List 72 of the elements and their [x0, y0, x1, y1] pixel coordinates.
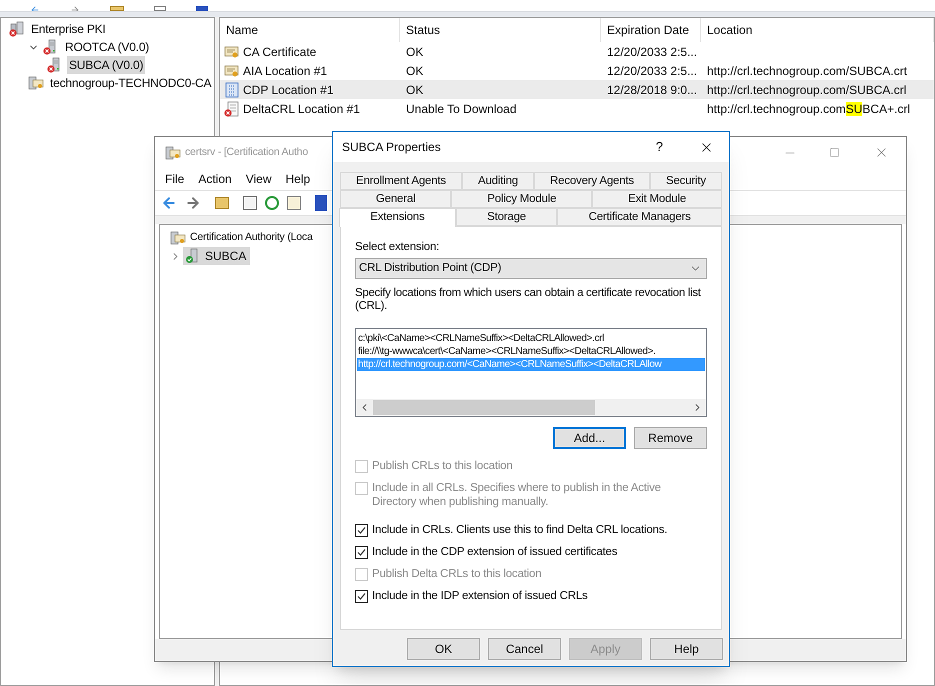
tree-item[interactable]: SUBCA	[183, 247, 250, 265]
extension-dropdown[interactable]: CRL Distribution Point (CDP)	[355, 258, 707, 280]
table-cell-text: OK	[405, 44, 424, 60]
tab[interactable]: Recovery Agents	[534, 172, 650, 190]
column-header[interactable]: Expiration Date	[601, 18, 701, 42]
table-cell-text: AIA Location #1	[243, 62, 328, 80]
checkbox-label: Include in the CDP extension of issued certificates	[372, 545, 618, 560]
checkbox-label: Publish Delta CRLs to this location	[372, 567, 542, 582]
tree-item[interactable]: ROOTCA (V0.0)	[63, 38, 152, 56]
table-cell-text: OK	[405, 62, 424, 80]
location-list[interactable]: c:\pki\<CaName><CRLNameSuffix><DeltaCRLAllowed>.crl file://\\tg-wwwca\cert\<CaName><CRLNameSuffix><DeltaCRLAllowed>. http://crl.technogroup.com/<CaName><CRLNameSuffix><DeltaCRLAllow	[355, 328, 707, 418]
checkbox[interactable]	[355, 524, 368, 538]
table-cell-text: 12/20/2033 2:5...	[606, 62, 698, 80]
column-header[interactable]: Location	[701, 18, 934, 42]
dialog-button[interactable]: Cancel	[488, 638, 561, 660]
tab[interactable]: Exit Module	[592, 190, 722, 208]
checkbox-label: Publish CRLs to this location	[372, 459, 513, 474]
tab[interactable]: General	[340, 190, 452, 208]
dialog-title: SUBCA Properties	[342, 139, 442, 156]
table-cell-text: 12/20/2033 2:5...	[606, 44, 698, 60]
tree-item[interactable]: Certification Authority (Loca	[190, 230, 313, 246]
dialog-button[interactable]: OK	[407, 638, 480, 660]
tab[interactable]: Policy Module	[451, 190, 592, 208]
maximize-icon[interactable]	[829, 147, 840, 158]
scrollbar-thumb[interactable]	[373, 400, 595, 416]
tab[interactable]: Enrollment Agents	[340, 172, 462, 190]
tab[interactable]: Security	[650, 172, 722, 190]
table-cell-text: DeltaCRL Location #1	[243, 100, 360, 118]
checkbox[interactable]	[355, 590, 368, 604]
table-row[interactable]: CA Certificate OK 12/20/2033 2:5...	[220, 42, 934, 61]
menu-item[interactable]: Help	[280, 170, 316, 188]
tab[interactable]: Extensions	[339, 208, 456, 227]
window-title: certsrv - [Certification Autho	[185, 144, 308, 160]
checkbox-label: Include in CRLs. Clients use this to find Delta CRL locations.	[372, 523, 668, 538]
checkbox-label: Include in the IDP extension of issued CRLs	[372, 589, 588, 604]
checkbox-label: Include in all CRLs. Specifies where to publish in the Active Directory when publishing manually.	[372, 481, 662, 510]
dialog-button[interactable]: Help	[650, 638, 723, 660]
table-row[interactable]: CDP Location #1 OK 12/28/2018 9:0... http://crl.technogroup.com/SUBCA.crl	[220, 80, 934, 99]
list-button[interactable]: Remove	[634, 427, 707, 450]
forward-icon[interactable]	[185, 195, 201, 211]
help-button[interactable]: ?	[656, 137, 663, 157]
list-button[interactable]: Add...	[553, 427, 626, 450]
tab[interactable]: Certificate Managers	[557, 208, 722, 226]
tree-item[interactable]: Enterprise PKI	[29, 20, 108, 38]
menu-item[interactable]: File	[159, 170, 190, 188]
list-item[interactable]: c:\pki\<CaName><CRLNameSuffix><DeltaCRLAllowed>.crl	[357, 332, 705, 346]
column-header[interactable]: Name	[220, 18, 400, 42]
table-row[interactable]: AIA Location #1 OK 12/20/2033 2:5... http://crl.technogroup.com/SUBCA.crt	[220, 61, 934, 80]
table-cell-text: http://crl.technogroup.com/SUBCA.crl	[706, 82, 908, 98]
tree-item[interactable]: technogroup-TECHNODC0-CA	[48, 74, 214, 92]
field-label: Select extension:	[355, 240, 440, 255]
table-cell-text: 12/28/2018 9:0...	[606, 82, 698, 98]
certificate-server-icon	[170, 230, 186, 246]
table-row[interactable]: DeltaCRL Location #1 Unable To Download http://crl.technogroup.comSUBCA+.crl	[220, 99, 934, 118]
table-cell-text: http://crl.technogroup.com/SUBCA.crt	[706, 62, 908, 80]
table-cell-text: OK	[405, 82, 424, 98]
menu-item[interactable]: Action	[192, 170, 238, 188]
table-cell-text: CA Certificate	[243, 44, 316, 60]
menu-item[interactable]: View	[240, 170, 278, 188]
description-text: Specify locations from which users can obtain a certificate revocation list (CRL).	[355, 287, 702, 314]
horizontal-scrollbar[interactable]	[356, 399, 706, 416]
table-cell-text: CDP Location #1	[243, 82, 334, 98]
certificate-server-icon	[165, 144, 181, 160]
checkbox[interactable]	[355, 546, 368, 560]
table-cell-text: http://crl.technogroup.comSUBCA+.crl	[706, 100, 912, 118]
table-cell-text: Unable To Download	[405, 100, 518, 118]
column-header[interactable]: Status	[400, 18, 601, 42]
tab[interactable]: Storage	[456, 208, 558, 226]
tree-item[interactable]: SUBCA (V0.0)	[67, 56, 146, 74]
back-icon[interactable]	[161, 195, 177, 211]
tab[interactable]: Auditing	[462, 172, 534, 190]
list-item[interactable]: file://\\tg-wwwca\cert\<CaName><CRLNameSuffix><DeltaCRLAllowed>.	[357, 345, 705, 358]
